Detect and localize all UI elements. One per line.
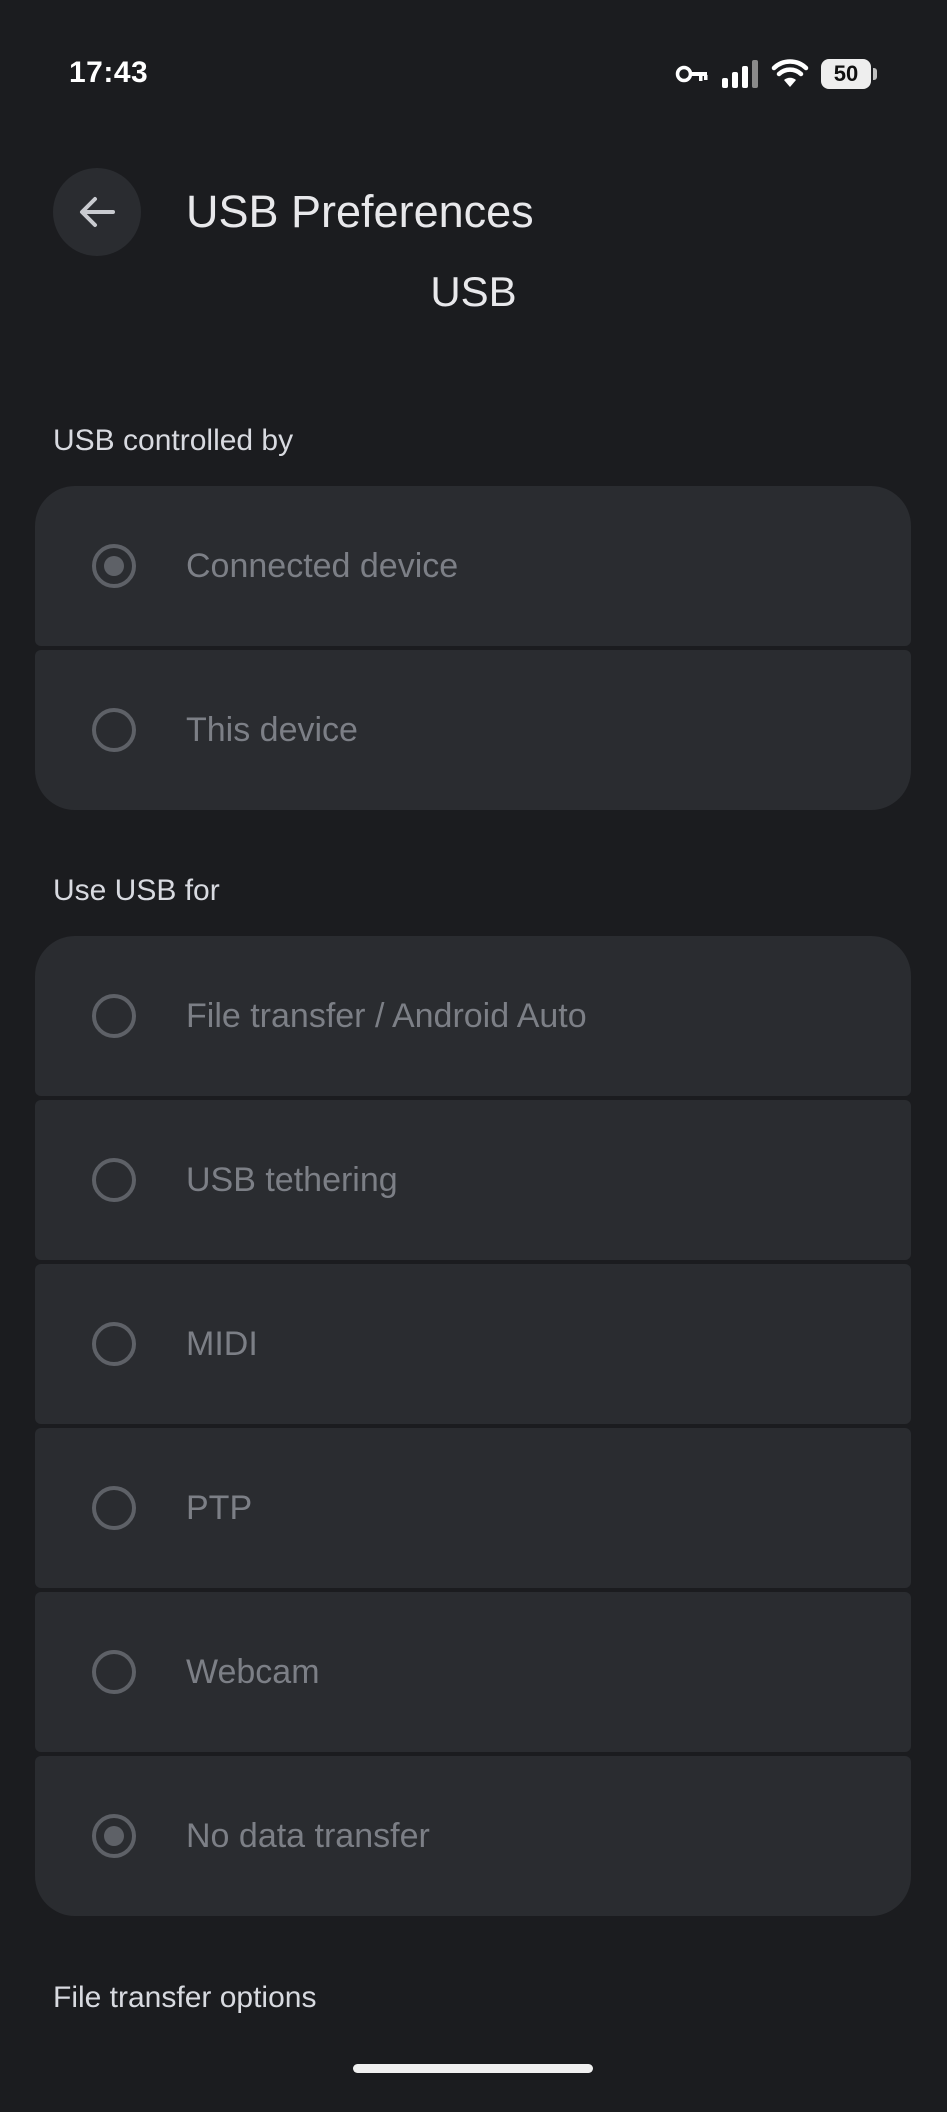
option-no-data-transfer[interactable]: No data transfer: [35, 1756, 911, 1916]
radio-button-checked[interactable]: [92, 544, 136, 588]
option-label: No data transfer: [186, 1817, 430, 1855]
radio-button[interactable]: [92, 1486, 136, 1530]
battery-level: 50: [833, 61, 859, 86]
radio-button[interactable]: [92, 1650, 136, 1694]
option-webcam[interactable]: Webcam: [35, 1592, 911, 1752]
wifi-icon: [771, 59, 809, 89]
section-label-file-transfer-options: File transfer options: [53, 1981, 317, 2014]
back-button[interactable]: [53, 168, 141, 256]
option-label: This device: [186, 711, 358, 749]
option-midi[interactable]: MIDI: [35, 1264, 911, 1424]
option-label: File transfer / Android Auto: [186, 997, 587, 1035]
option-label: PTP: [186, 1489, 253, 1527]
option-label: USB tethering: [186, 1161, 398, 1199]
radio-button[interactable]: [92, 708, 136, 752]
radio-button[interactable]: [92, 1158, 136, 1202]
option-connected-device[interactable]: Connected device: [35, 486, 911, 646]
cellular-signal-icon: [721, 60, 759, 88]
option-file-transfer[interactable]: File transfer / Android Auto: [35, 936, 911, 1096]
option-label: Connected device: [186, 547, 459, 585]
radio-button[interactable]: [92, 994, 136, 1038]
option-ptp[interactable]: PTP: [35, 1428, 911, 1588]
usb-preferences-screen: 17:43 50 USB Preferences USB USB control…: [0, 0, 947, 2112]
status-time: 17:43: [69, 56, 149, 89]
battery-icon: 50: [821, 59, 877, 89]
option-this-device[interactable]: This device: [35, 650, 911, 810]
page-title: USB Preferences: [186, 186, 534, 237]
section-label-controlled-by: USB controlled by: [53, 424, 294, 457]
vpn-key-icon: [675, 63, 709, 85]
option-usb-tethering[interactable]: USB tethering: [35, 1100, 911, 1260]
page-subtitle: USB: [430, 268, 517, 315]
option-label: MIDI: [186, 1325, 258, 1363]
status-icons: 50: [675, 56, 877, 92]
radio-button-checked[interactable]: [92, 1814, 136, 1858]
radio-button[interactable]: [92, 1322, 136, 1366]
option-label: Webcam: [186, 1653, 320, 1691]
arrow-back-icon: [80, 197, 115, 227]
section-label-use-usb-for: Use USB for: [53, 874, 220, 907]
home-indicator[interactable]: [353, 2064, 593, 2073]
